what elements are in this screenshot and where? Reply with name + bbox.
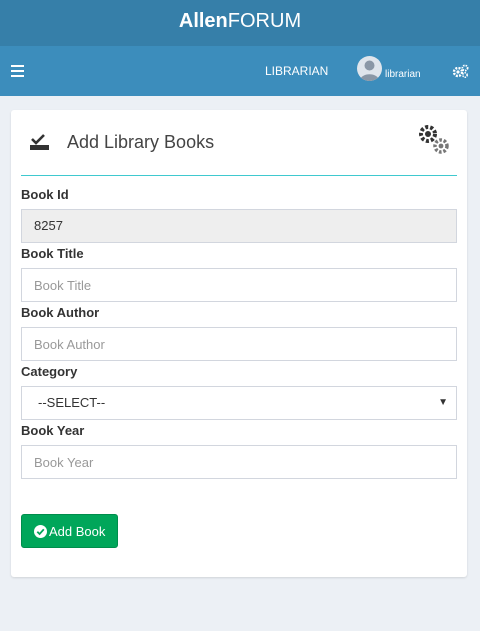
add-book-panel: Add Library Books Book Id 8257 Book Titl… (11, 110, 467, 577)
category-select[interactable]: --SELECT-- ▼ (21, 386, 457, 420)
book-year-input[interactable] (21, 445, 457, 479)
top-navbar: LIBRARIAN librarian (0, 46, 480, 96)
logo-light-text: FORUM (227, 10, 302, 32)
book-title-input[interactable] (21, 268, 457, 302)
book-id-field: 8257 (21, 209, 457, 243)
add-book-button[interactable]: Add Book (21, 514, 118, 548)
hamburger-icon[interactable] (11, 65, 24, 77)
check-list-icon (30, 134, 49, 150)
settings-gears-icon (419, 125, 449, 154)
book-author-label: Book Author (21, 305, 100, 320)
category-selected-value: --SELECT-- (38, 395, 106, 410)
gears-icon[interactable] (452, 64, 469, 78)
nav-role-label[interactable]: LIBRARIAN (265, 64, 328, 78)
check-circle-icon (34, 525, 47, 538)
category-label: Category (21, 364, 78, 379)
user-avatar[interactable] (357, 56, 382, 81)
page-title: Add Library Books (67, 132, 215, 152)
panel-header: Add Library Books (21, 110, 457, 176)
book-year-label: Book Year (21, 423, 85, 438)
user-silhouette-icon (360, 60, 379, 81)
dropdown-arrow-icon: ▼ (438, 397, 448, 408)
nav-username[interactable]: librarian (385, 69, 421, 80)
book-author-input[interactable] (21, 327, 457, 361)
logo-bold-text: Allen (178, 10, 228, 32)
add-book-button-label: Add Book (49, 524, 106, 539)
book-title-label: Book Title (21, 246, 84, 261)
book-id-label: Book Id (21, 187, 69, 202)
app-logo[interactable]: AllenFORUM (0, 0, 480, 46)
